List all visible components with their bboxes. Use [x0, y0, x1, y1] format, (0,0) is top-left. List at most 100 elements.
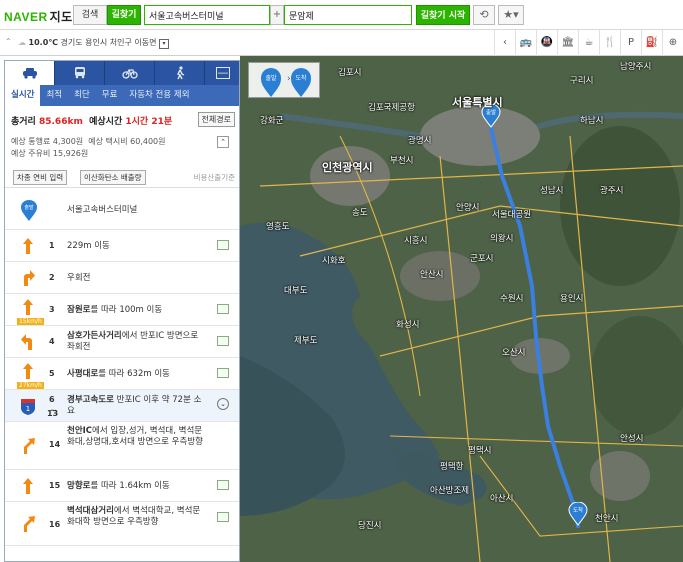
- speed-badge: 27km/h: [17, 382, 44, 389]
- star-icon[interactable]: ★▾: [498, 5, 524, 25]
- location-dropdown-icon[interactable]: ▾: [159, 39, 170, 49]
- subway-icon[interactable]: 🚇: [536, 30, 557, 56]
- map-label: 당진시: [358, 521, 382, 531]
- more-icon[interactable]: ⊕: [662, 30, 683, 56]
- map-label: 대부도: [284, 286, 308, 296]
- option-optimal[interactable]: 최적: [40, 85, 68, 106]
- map-label: 오산시: [502, 348, 526, 358]
- collapse-icon[interactable]: ⌃: [5, 37, 12, 46]
- step-16[interactable]: 16 벽석대삼거리에서 벽석대학교, 벽석문화대학 방면으로 우측방향: [5, 502, 239, 546]
- map-label: 평택시: [468, 446, 492, 456]
- parking-icon[interactable]: P: [620, 30, 641, 56]
- minimize-button[interactable]: —: [205, 61, 239, 85]
- gas-icon[interactable]: ⛽: [641, 30, 662, 56]
- street-view-icon[interactable]: [217, 336, 229, 346]
- fare-line-1: 예상 통행료 4,300원 예상 택시비 60,400원: [11, 137, 166, 146]
- step-6-13[interactable]: 1 6 ~ 13 경부고속도로 반포IC 이후 약 72분 소요 ⌄: [5, 390, 239, 422]
- refresh-icon[interactable]: ⟲: [473, 5, 495, 25]
- step-4[interactable]: 4 삼호가든사거리에서 반포IC 방면으로 좌회전: [5, 326, 239, 358]
- cafe-icon[interactable]: ☕: [578, 30, 599, 56]
- mode-walk[interactable]: [155, 61, 205, 85]
- bank-icon[interactable]: 🏛: [557, 30, 578, 56]
- map-label: 강화군: [260, 116, 284, 126]
- satellite-map[interactable]: 출발 › 도착 출발 도착 서울특별시 인천광역시 김포국제공항 김포시 부천시…: [240, 56, 683, 562]
- expand-costs-icon[interactable]: ⌃: [217, 136, 229, 148]
- co2-button[interactable]: 이산화탄소 배출량: [80, 170, 146, 185]
- map-label: 서울특별시: [452, 96, 503, 109]
- arrow-straight-icon: [23, 238, 33, 254]
- step-3[interactable]: 15km/h 3 잠원로를 따라 100m 이동: [5, 294, 239, 326]
- map-label: 김포국제공항: [368, 103, 415, 113]
- add-waypoint-button[interactable]: +: [270, 5, 284, 25]
- map-label: 남양주시: [620, 62, 652, 72]
- origin-input[interactable]: 서울고속버스터미널: [144, 5, 270, 25]
- restaurant-icon[interactable]: 🍴: [599, 30, 620, 56]
- start-pin-icon: 출발: [21, 200, 37, 221]
- step-start[interactable]: 출발 서울고속버스터미널: [5, 188, 239, 230]
- top-bar: NAVER 지도 검색 길찾기 서울고속버스터미널 + 문암제 길찾기 시작 ⟲ …: [0, 0, 683, 30]
- naver-logo[interactable]: NAVER 지도: [4, 8, 73, 25]
- bus-icon[interactable]: 🚌: [515, 30, 536, 56]
- step-text: 경부고속도로 반포IC 이후 약 72분 소요: [67, 395, 202, 416]
- route-summary: 총거리 85.66km 예상시간 1시간 21분 전체경로 예상 통행료 4,3…: [5, 106, 239, 188]
- step-list: 출발 서울고속버스터미널 1 229m 이동 2 우회전 15km/h 3 잠원…: [5, 188, 239, 546]
- street-view-icon[interactable]: [217, 368, 229, 378]
- map-label: 안산시: [420, 270, 444, 280]
- turn-right-icon: [24, 270, 35, 286]
- map-label: 구리시: [570, 76, 594, 86]
- legend-pins: 출발 › 도착: [261, 68, 311, 97]
- tab-search[interactable]: 검색: [73, 5, 107, 25]
- tab-directions[interactable]: 길찾기: [107, 5, 141, 25]
- map-label: 안양시: [456, 203, 480, 213]
- mode-bus[interactable]: [55, 61, 105, 85]
- mode-car[interactable]: [5, 61, 55, 85]
- arrow-straight-icon: [23, 299, 33, 315]
- cost-basis-link[interactable]: 비용산출기준: [194, 172, 235, 183]
- bicycle-icon: [121, 69, 138, 79]
- option-realtime[interactable]: 실시간: [5, 85, 41, 106]
- svg-text:1: 1: [26, 405, 30, 413]
- map-label: 광명시: [408, 136, 432, 146]
- map-label: 영흥도: [266, 222, 290, 232]
- street-view-icon[interactable]: [217, 240, 229, 250]
- step-text: 잠원로를 따라 100m 이동: [67, 305, 163, 315]
- step-15[interactable]: 15 망향로를 따라 1.64km 이동: [5, 470, 239, 502]
- end-marker[interactable]: 도착: [568, 502, 588, 526]
- mode-bicycle[interactable]: [105, 61, 155, 85]
- step-text: 삼호가든사거리에서 반포IC 방면으로 좌회전: [67, 331, 199, 352]
- step-14[interactable]: 14 천안IC에서 입장,성거, 벽석대, 벽석문화대,상명대,호서대 방면으로…: [5, 422, 239, 470]
- fuel-efficiency-button[interactable]: 차종 연비 입력: [13, 170, 68, 185]
- expand-icon[interactable]: ⌄: [217, 398, 229, 410]
- option-free[interactable]: 무료: [96, 85, 124, 106]
- map-label: 제부도: [294, 336, 318, 346]
- arrow-straight-icon: [23, 478, 33, 494]
- option-exclude-car-only[interactable]: 자동차 전용 제외: [123, 85, 195, 106]
- step-2[interactable]: 2 우회전: [5, 262, 239, 294]
- map-label: 수원시: [500, 294, 524, 304]
- map-label: 서울대공원: [492, 210, 532, 220]
- map-label: 아산시: [490, 494, 514, 504]
- step-1[interactable]: 1 229m 이동: [5, 230, 239, 262]
- step-5[interactable]: 27km/h 5 사평대로를 따라 632m 이동: [5, 358, 239, 390]
- option-shortest[interactable]: 최단: [68, 85, 96, 106]
- full-route-button[interactable]: 전체경로: [197, 112, 235, 127]
- fare-line-2: 예상 주유비 15,926원: [11, 149, 89, 158]
- svg-text:도착: 도착: [573, 506, 583, 514]
- map-label: 평택항: [440, 462, 464, 472]
- start-directions-button[interactable]: 길찾기 시작: [416, 5, 470, 25]
- car-icon: [22, 68, 37, 79]
- street-view-icon[interactable]: [217, 480, 229, 490]
- route-legend: 출발 › 도착: [248, 62, 320, 98]
- svg-text:도착: 도착: [295, 74, 307, 82]
- turn-left-icon: [21, 334, 32, 350]
- speed-badge: 15km/h: [17, 318, 44, 325]
- street-view-icon[interactable]: [217, 304, 229, 314]
- step-text: 사평대로를 따라 632m 이동: [67, 369, 170, 379]
- destination-input[interactable]: 문암제: [284, 5, 412, 25]
- expressway-shield-icon: 1: [21, 399, 35, 415]
- bus-icon: [74, 67, 85, 79]
- collapse-left-icon[interactable]: ‹: [494, 30, 515, 56]
- street-view-icon[interactable]: [217, 512, 229, 522]
- map-label: 송도: [352, 208, 368, 218]
- svg-text:출발: 출발: [24, 204, 34, 211]
